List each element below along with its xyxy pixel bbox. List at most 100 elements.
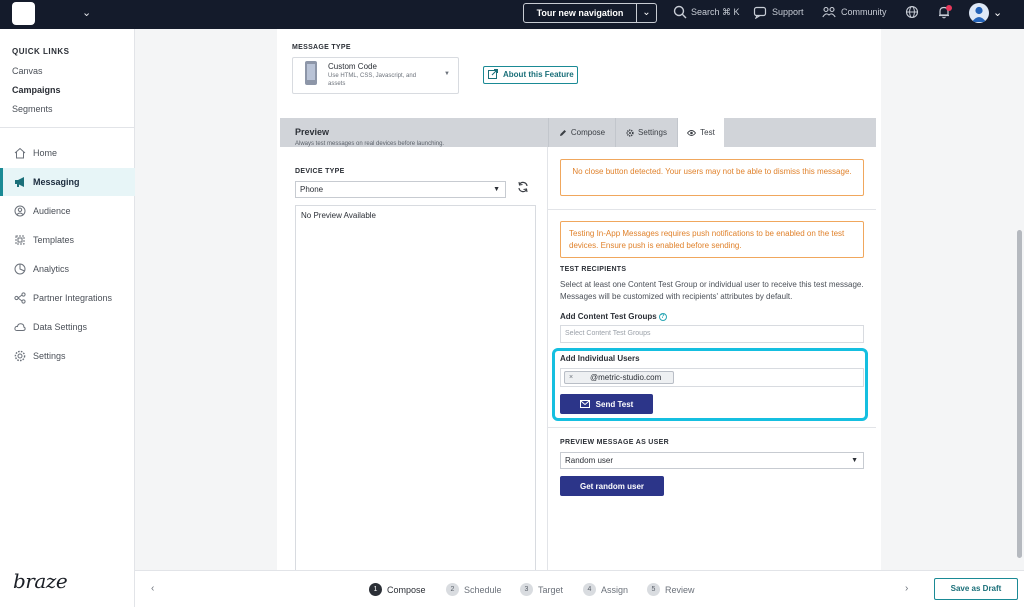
recipient-chip: × @metric-studio.com [564,371,674,384]
home-icon [14,147,26,159]
device-type-value: Phone [300,185,324,194]
step-label: Schedule [464,584,502,595]
step-schedule[interactable]: 2 Schedule [446,583,502,596]
test-panel-divider [548,209,876,210]
sidebar-item-home[interactable]: Home [0,139,135,167]
sidebar-item-label: Home [33,148,58,158]
step-number: 4 [583,583,596,596]
caret-down-icon: ▼ [493,186,500,193]
templates-icon [15,235,25,245]
support-link[interactable]: Support [772,7,804,17]
user-avatar[interactable] [969,3,989,23]
workspace-chevron-down-icon[interactable]: ⌄ [82,6,91,19]
step-number: 2 [446,583,459,596]
content-test-groups-label-text: Add Content Test Groups [560,312,657,321]
next-step-arrow-icon[interactable]: › [905,583,908,594]
step-label: Assign [601,584,629,595]
help-icon[interactable]: ? [658,313,667,321]
sidebar-item-partner-integrations[interactable]: Partner Integrations [0,284,135,312]
previous-step-arrow-icon[interactable]: ‹ [151,583,154,594]
remove-recipient-icon[interactable]: × [569,372,573,383]
cloud-icon [14,323,26,331]
send-test-button[interactable]: Send Test [560,394,653,414]
device-type-select[interactable]: Phone ▼ [295,181,506,198]
eye-icon [687,129,697,136]
caret-down-icon: ▼ [851,457,858,464]
analytics-icon [14,263,26,275]
quick-link-canvas[interactable]: Canvas [12,66,43,76]
notification-badge [946,5,952,11]
step-review[interactable]: 5 Review [647,583,695,596]
get-random-user-button[interactable]: Get random user [560,476,664,496]
sidebar-item-data-settings[interactable]: Data Settings [0,313,135,341]
pencil-icon [559,129,566,136]
quick-link-segments[interactable]: Segments [12,104,53,114]
community-link[interactable]: Community [841,7,887,17]
sidebar-item-label: Settings [33,351,66,361]
tour-dropdown-chevron-icon[interactable]: ⌄ [637,3,657,23]
sidebar-item-analytics[interactable]: Analytics [0,255,135,283]
tab-settings[interactable]: Settings [615,118,677,147]
recipient-email: @metric-studio.com [590,373,662,382]
sidebar-item-audience[interactable]: Audience [0,197,135,225]
sidebar-item-settings[interactable]: Settings [0,342,135,370]
device-type-label: DEVICE TYPE [295,168,345,175]
tab-test[interactable]: Test [677,118,724,147]
megaphone-icon [15,177,24,187]
step-assign[interactable]: 4 Assign [583,583,628,596]
caret-down-icon: ▼ [444,71,450,77]
sidebar-item-templates[interactable]: Templates [0,226,135,254]
globe-icon[interactable] [905,5,919,19]
no-preview-text: No Preview Available [301,211,377,220]
step-number: 5 [647,583,660,596]
preview-user-select[interactable]: Random user ▼ [560,452,864,469]
sidebar-item-messaging[interactable]: Messaging [0,168,135,196]
support-icon[interactable] [753,5,767,19]
message-preview-area: No Preview Available [295,205,536,577]
test-recipients-description: Select at least one Content Test Group o… [560,280,864,301]
step-label: Review [665,584,695,595]
quick-links-title: QUICK LINKS [12,47,70,56]
sidebar-item-label: Templates [33,235,75,245]
refresh-icon[interactable] [517,181,529,193]
message-type-subtitle: Use HTML, CSS, Javascript, and assets [328,73,417,87]
scrollbar[interactable] [1017,230,1022,558]
step-target[interactable]: 3 Target [520,583,563,596]
test-recipients-title: TEST RECIPIENTS [560,266,627,273]
sidebar-item-label: Analytics [33,264,70,274]
external-link-icon [488,69,498,79]
bottom-step-bar [135,570,1024,607]
step-compose[interactable]: 1 Compose [369,583,426,596]
message-type-title: Custom Code [328,62,377,71]
preview-user-value: Random user [565,456,614,465]
step-number: 3 [520,583,533,596]
message-type-label: MESSAGE TYPE [292,44,351,51]
push-notification-warning: Testing In-App Messages requires push no… [560,221,864,258]
sidebar-divider [0,127,135,128]
sidebar-item-label: Messaging [33,177,80,187]
search-icon[interactable] [673,5,687,19]
tab-compose[interactable]: Compose [548,118,615,147]
sidebar: QUICK LINKS Canvas Campaigns Segments Ho… [0,29,135,607]
save-as-draft-button[interactable]: Save as Draft [934,578,1018,600]
tour-new-navigation-button[interactable]: Tour new navigation [523,3,637,23]
content-test-groups-input[interactable]: Select Content Test Groups [560,325,864,343]
individual-users-label: Add Individual Users [560,354,640,363]
preview-as-user-title: PREVIEW MESSAGE AS USER [560,439,669,446]
preview-title: Preview [295,127,330,137]
envelope-icon [579,400,590,408]
account-chevron-down-icon[interactable]: ⌄ [993,6,1002,19]
braze-logo: braze [13,569,68,593]
content-test-groups-label: Add Content Test Groups? [560,312,667,321]
quick-link-campaigns[interactable]: Campaigns [12,85,61,95]
app-logo[interactable] [12,2,35,25]
sidebar-item-label: Data Settings [33,322,88,332]
integrations-icon [14,292,26,304]
search-label[interactable]: Search ⌘ K [691,7,740,18]
tab-label: Settings [638,128,667,137]
step-number: 1 [369,583,382,596]
step-label: Compose [387,584,426,595]
tab-label: Compose [570,128,606,137]
sidebar-item-label: Audience [33,206,71,216]
community-icon[interactable] [822,5,836,19]
